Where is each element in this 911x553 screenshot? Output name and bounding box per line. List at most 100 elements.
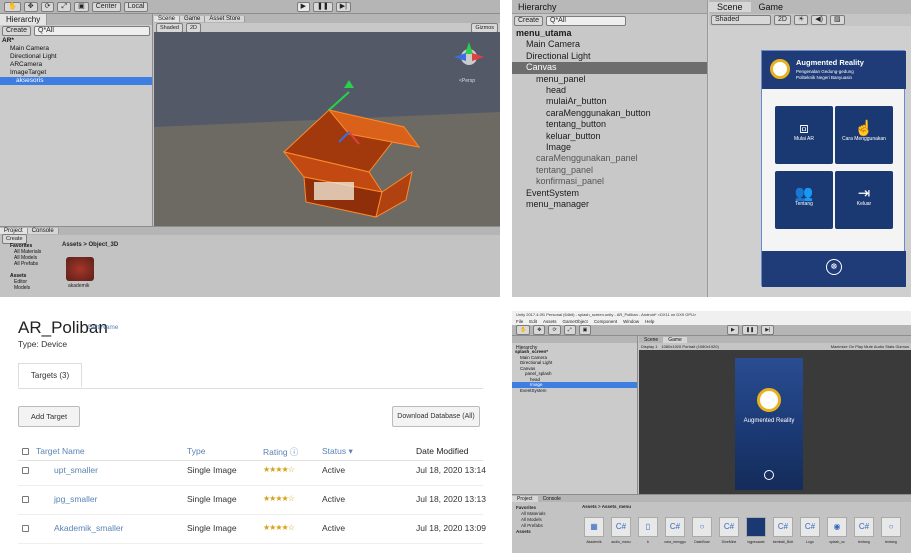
edit-name-link[interactable]: Edit Name <box>88 324 118 331</box>
move-tool-icon[interactable]: ✥ <box>23 1 38 12</box>
column-header-rating[interactable]: Rating ⓘ <box>263 446 298 458</box>
hierarchy-item[interactable]: Canvas <box>512 62 707 74</box>
column-header-status[interactable]: Status ▾ <box>322 446 353 457</box>
pivot-local-button[interactable]: Local <box>123 1 149 12</box>
target-name-link[interactable]: upt_smaller <box>54 465 98 475</box>
asset-thumbnail-icon[interactable]: ○ <box>881 517 901 537</box>
hierarchy-item[interactable]: Directional Light <box>0 53 152 61</box>
tree-item[interactable]: Models <box>8 285 58 291</box>
hierarchy-search-input[interactable]: Q*All <box>546 16 627 26</box>
asset-thumbnail-icon[interactable]: ○ <box>692 517 712 537</box>
play-button[interactable]: ▶ <box>727 325 739 335</box>
tab-game[interactable]: Game <box>180 15 206 22</box>
hierarchy-tab[interactable]: Hierarchy <box>0 14 48 25</box>
tree-item[interactable]: All Prefabs <box>8 261 58 267</box>
shading-dropdown[interactable]: Shaded <box>711 15 771 25</box>
hierarchy-item[interactable]: mulaiAr_button <box>512 96 707 107</box>
shading-dropdown[interactable]: Shaded <box>156 22 183 33</box>
rect-tool-icon[interactable]: ▣ <box>578 325 592 335</box>
audio-toggle-icon[interactable]: ◀) <box>811 15 827 25</box>
hierarchy-item[interactable]: Main Camera <box>0 45 152 53</box>
tentang-button[interactable]: 👥 Tentang <box>775 171 833 229</box>
lighting-toggle-icon[interactable]: ☀ <box>793 15 809 25</box>
scene-view[interactable]: Scene Game Shaded 2D ☀ ◀) ▨ Augmented Re… <box>709 0 911 297</box>
hierarchy-item-scene[interactable]: AR* <box>0 37 152 45</box>
hierarchy-item[interactable]: EventSystem <box>512 188 707 199</box>
hand-tool-icon[interactable]: ✋ <box>4 1 21 12</box>
game-view[interactable]: Scene Game Display 1 1080x1920 Portrait … <box>639 336 911 494</box>
tab-game[interactable]: Game <box>751 2 792 12</box>
hierarchy-item[interactable]: ARCamera <box>0 61 152 69</box>
menu-item[interactable]: File <box>516 318 523 325</box>
menu-item[interactable]: Edit <box>529 318 537 325</box>
2d-toggle[interactable]: 2D <box>774 15 791 25</box>
pause-button[interactable]: ❚❚ <box>741 325 759 335</box>
asset-thumbnail-icon[interactable]: ▯ <box>638 517 658 537</box>
asset-thumbnail-icon[interactable]: ◉ <box>827 517 847 537</box>
hierarchy-item[interactable]: menu_utama <box>512 28 707 39</box>
rotate-tool-icon[interactable]: ⟳ <box>40 1 55 12</box>
rotate-tool-icon[interactable]: ⟳ <box>548 325 561 335</box>
game-options[interactable]: Maximize On Play Mute Audio Stats Gizmos <box>831 344 909 349</box>
step-button[interactable]: ▶| <box>761 325 775 335</box>
hierarchy-item-selected[interactable]: aksesoris <box>0 77 152 85</box>
hierarchy-item[interactable]: head <box>512 85 707 96</box>
hierarchy-item[interactable]: tentang_panel <box>512 165 707 176</box>
hierarchy-item[interactable]: caraMenggunakan_panel <box>512 153 707 164</box>
hierarchy-item[interactable]: caraMenggunakan_button <box>512 108 707 119</box>
create-button[interactable]: Create <box>2 26 32 36</box>
asset-thumbnail-icon[interactable]: C# <box>665 517 685 537</box>
hierarchy-search-input[interactable]: Q*All <box>34 26 150 36</box>
tab-console[interactable]: Console <box>538 496 566 502</box>
hierarchy-item[interactable]: konfirmasi_panel <box>512 176 707 187</box>
column-header-name[interactable]: Target Name <box>36 446 85 456</box>
target-name-link[interactable]: jpg_smaller <box>54 494 97 504</box>
2d-toggle[interactable]: 2D <box>185 22 201 33</box>
row-checkbox[interactable] <box>22 467 29 474</box>
hierarchy-tab[interactable]: Hierarchy <box>512 2 563 12</box>
menu-item[interactable]: Assets <box>543 318 557 325</box>
hierarchy-item[interactable]: Main Camera <box>512 39 707 50</box>
hierarchy-item[interactable]: EventSystem <box>512 388 637 394</box>
asset-thumbnail-icon[interactable]: C# <box>800 517 820 537</box>
mulai-ar-button[interactable]: ⧈ Mulai AR <box>775 106 833 164</box>
row-checkbox[interactable] <box>22 525 29 532</box>
asset-thumbnail[interactable] <box>66 257 94 281</box>
tab-scene[interactable]: Scene <box>639 337 663 343</box>
menu-item[interactable]: Help <box>645 318 654 325</box>
scale-tool-icon[interactable]: ⤢ <box>57 1 72 12</box>
tab-console[interactable]: Console <box>27 228 59 234</box>
scale-tool-icon[interactable]: ⤢ <box>563 325 576 335</box>
menu-item[interactable]: GameObject <box>563 318 588 325</box>
row-checkbox[interactable] <box>22 496 29 503</box>
hierarchy-item[interactable]: Image <box>512 142 707 153</box>
hierarchy-item[interactable]: menu_panel <box>512 74 707 85</box>
asset-thumbnail-icon[interactable]: C# <box>719 517 739 537</box>
asset-thumbnail-icon[interactable]: C# <box>611 517 631 537</box>
tree-item[interactable]: Assets <box>516 529 576 535</box>
gizmos-dropdown[interactable]: Gizmos <box>471 22 498 33</box>
play-button[interactable]: ▶ <box>296 1 310 12</box>
keluar-button[interactable]: ⇥ Keluar <box>835 171 893 229</box>
create-button[interactable]: Create <box>514 16 544 26</box>
asset-thumbnail-icon[interactable]: C# <box>854 517 874 537</box>
tab-game[interactable]: Game <box>663 336 687 343</box>
step-button[interactable]: ▶| <box>335 1 351 12</box>
move-tool-icon[interactable]: ✥ <box>533 325 546 335</box>
tab-scene[interactable]: Scene <box>154 15 181 22</box>
asset-thumbnail-icon[interactable]: C# <box>773 517 793 537</box>
hand-tool-icon[interactable]: ✋ <box>516 325 531 335</box>
target-name-link[interactable]: Akademik_smaller <box>54 523 123 533</box>
tab-asset-store[interactable]: Asset Store <box>205 15 246 22</box>
display-dropdown[interactable]: Display 1 <box>641 344 657 349</box>
column-header-type[interactable]: Type <box>187 446 205 456</box>
rect-tool-icon[interactable]: ▣ <box>74 1 89 12</box>
select-all-checkbox[interactable] <box>22 448 29 455</box>
add-target-button[interactable]: Add Target <box>18 406 80 427</box>
hierarchy-item[interactable]: tentang_button <box>512 119 707 130</box>
scene-view[interactable]: Scene Game Asset Store Shaded 2D Gizmos <box>154 14 500 226</box>
asset-thumbnail-icon[interactable]: ▦ <box>584 517 604 537</box>
menu-item[interactable]: Window <box>623 318 639 325</box>
resolution-dropdown[interactable]: 1080x1920 Portrait (1080x1920) <box>661 344 718 349</box>
pivot-center-button[interactable]: Center <box>91 1 121 12</box>
